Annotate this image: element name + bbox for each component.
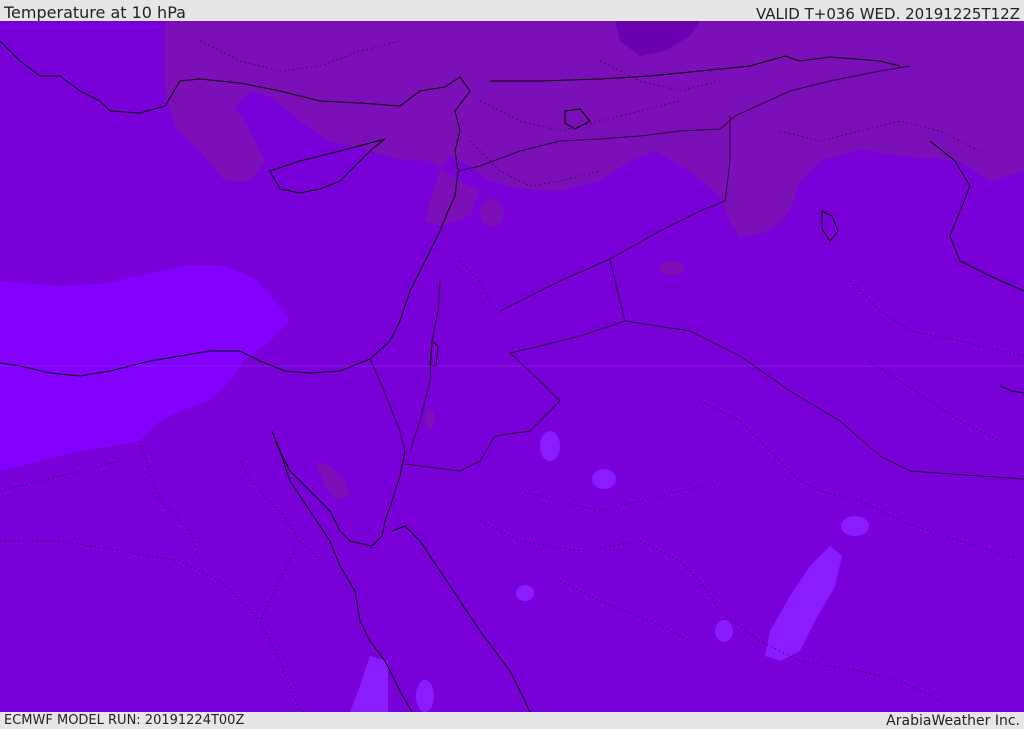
cool-spot-1 xyxy=(660,261,684,275)
warm-spot-5 xyxy=(516,585,534,601)
map-figure: Temperature at 10 hPa VALID T+036 WED. 2… xyxy=(0,0,1024,729)
warm-spot-2 xyxy=(592,469,616,489)
warm-spot-6 xyxy=(715,620,733,642)
model-run-label: ECMWF MODEL RUN: 20191224T00Z xyxy=(4,713,245,728)
credit-label: ArabiaWeather Inc. xyxy=(886,713,1020,729)
map-canvas xyxy=(0,21,1024,712)
warm-spot-1 xyxy=(540,431,560,461)
header-bar: Temperature at 10 hPa VALID T+036 WED. 2… xyxy=(0,0,1024,23)
temperature-map[interactable] xyxy=(0,21,1024,712)
cool-spot-4 xyxy=(480,199,504,227)
cool-spot-2 xyxy=(425,409,435,429)
map-title: Temperature at 10 hPa xyxy=(4,3,186,22)
warm-spot-8 xyxy=(416,680,434,712)
footer-bar: ECMWF MODEL RUN: 20191224T00Z ArabiaWeat… xyxy=(0,712,1024,729)
warm-spot-3 xyxy=(841,516,869,536)
